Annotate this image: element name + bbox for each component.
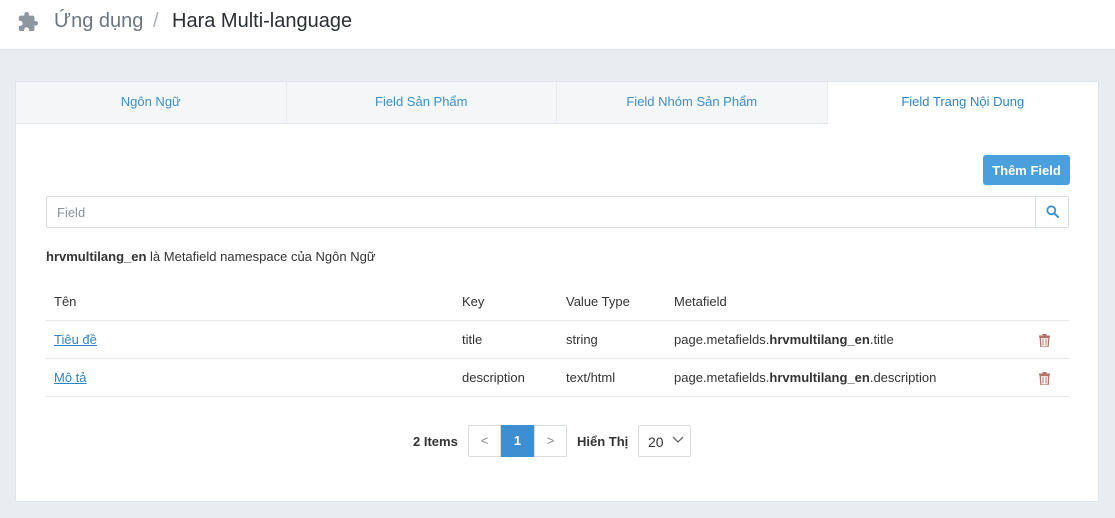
field-name-link[interactable]: Mô tả [54,370,87,385]
items-count: 2 Items [413,434,458,449]
tab-languages[interactable]: Ngôn Ngữ [16,82,287,124]
field-metafield: page.metafields.hrvmultilang_en.title [674,320,1019,359]
column-header-key: Key [462,283,566,321]
page-1-button[interactable]: 1 [501,425,534,457]
breadcrumb-separator: / [153,10,159,32]
tab-page-fields[interactable]: Field Trang Nội Dung [827,82,1098,124]
search-input[interactable] [47,197,1035,227]
field-value-type: text/html [566,358,674,397]
page-size-label: Hiển Thị [577,434,629,449]
field-value-type: string [566,320,674,359]
next-page-button[interactable]: > [534,425,567,457]
trash-icon[interactable] [1038,371,1050,385]
search-box [46,196,1069,228]
tab-bar: Ngôn Ngữ Field Sản Phẩm Field Nhóm Sản P… [16,82,1098,124]
fields-table: Tên Key Value Type Metafield Tiêu đề tit… [46,283,1069,397]
namespace-description: là Metafield namespace của Ngôn Ngữ [146,249,376,264]
field-key: title [462,320,566,359]
puzzle-icon [18,11,39,32]
tab-product-fields[interactable]: Field Sản Phẩm [286,82,557,124]
breadcrumb-apps-link[interactable]: Ứng dụng [54,10,143,33]
tab-collection-fields[interactable]: Field Nhóm Sản Phẩm [557,82,828,124]
namespace-note: hrvmultilang_en là Metafield namespace c… [46,249,376,264]
field-name-link[interactable]: Tiêu đề [54,332,97,347]
top-bar: Ứng dụng / Hara Multi-language [0,0,1115,50]
column-header-actions [1019,283,1069,321]
search-icon [1046,205,1059,218]
column-header-metafield: Metafield [674,283,1019,321]
add-field-button[interactable]: Thêm Field [983,155,1070,185]
table-row: Tiêu đề title string page.metafields.hrv… [46,320,1069,359]
chevron-down-icon [672,436,684,443]
main-card: Ngôn Ngữ Field Sản Phẩm Field Nhóm Sản P… [15,81,1099,502]
column-header-value-type: Value Type [566,283,674,321]
namespace-name: hrvmultilang_en [46,249,147,264]
search-button[interactable] [1035,197,1068,227]
table-row: Mô tả description text/html page.metafie… [46,358,1069,397]
prev-page-button[interactable]: < [468,425,501,457]
page-size-select[interactable]: 20 [638,425,691,457]
trash-icon[interactable] [1038,333,1050,347]
field-metafield: page.metafields.hrvmultilang_en.descript… [674,358,1019,397]
page-title: Hara Multi-language [172,10,353,32]
column-header-name: Tên [46,283,462,321]
pagination: 2 Items < 1 > Hiển Thị 20 [16,425,1098,457]
table-header-row: Tên Key Value Type Metafield [46,283,1069,321]
field-key: description [462,358,566,397]
page-size-value: 20 [648,434,664,450]
